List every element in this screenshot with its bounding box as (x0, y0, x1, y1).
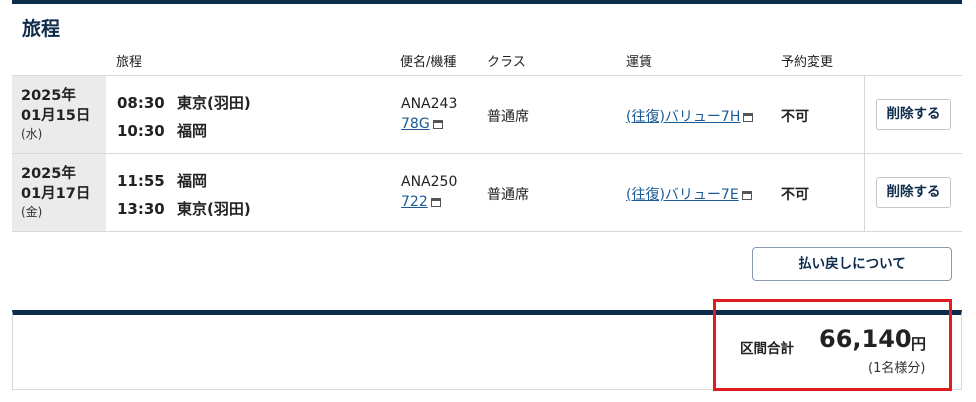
new-window-icon (743, 113, 754, 122)
change-status: 不可 (781, 109, 809, 125)
change-status: 不可 (781, 187, 809, 203)
delete-button[interactable]: 削除する (876, 99, 951, 130)
departure-airport: 東京(羽田) (177, 94, 251, 112)
refund-info-button[interactable]: 払い戻しについて (752, 247, 952, 281)
itinerary-page: 旅程 旅程 便名/機種 クラス 運賃 予約変更 2025年 01月15日 (水)… (0, 0, 976, 402)
departure-time: 11:55 (117, 172, 165, 190)
fare-label: (往復)バリュー7H (626, 109, 741, 125)
column-header-itinerary: 旅程 (116, 55, 143, 70)
arrival-line: 13:30 東京(羽田) (117, 198, 251, 219)
date-month-day: 01月15日 (21, 108, 91, 124)
new-window-icon (430, 198, 441, 207)
date-weekday: (金) (21, 205, 43, 219)
date-year: 2025年 (21, 166, 76, 182)
date-weekday: (水) (21, 127, 43, 141)
equipment-link[interactable]: 722 (401, 194, 441, 210)
cabin-class: 普通席 (487, 109, 529, 125)
arrival-time: 10:30 (117, 122, 165, 140)
flight-row: 2025年 01月17日 (金) 11:55 福岡 13:30 東京(羽田) ANA… (12, 154, 962, 232)
itinerary-table: 2025年 01月15日 (水) 08:30 東京(羽田) 10:30 福岡 ANA… (12, 75, 962, 232)
date-month-day: 01月17日 (21, 186, 91, 202)
arrival-line: 10:30 福岡 (117, 120, 207, 141)
column-divider (864, 76, 865, 153)
fare-link[interactable]: (往復)バリュー7E (626, 184, 752, 204)
flight-row: 2025年 01月15日 (水) 08:30 東京(羽田) 10:30 福岡 ANA… (12, 76, 962, 154)
equipment-label: 78G (401, 116, 430, 132)
departure-line: 11:55 福岡 (117, 170, 207, 191)
date-cell: 2025年 01月17日 (金) (12, 154, 106, 231)
fare-link[interactable]: (往復)バリュー7H (626, 106, 754, 126)
departure-time: 08:30 (117, 94, 165, 112)
cabin-class: 普通席 (487, 187, 529, 203)
new-window-icon (432, 120, 443, 129)
flight-number: ANA243 (401, 96, 458, 112)
top-divider (12, 0, 962, 4)
fare-label: (往復)バリュー7E (626, 187, 739, 203)
column-header-flight: 便名/機種 (400, 55, 457, 70)
date-year: 2025年 (21, 88, 76, 104)
new-window-icon (741, 191, 752, 200)
date-cell: 2025年 01月15日 (水) (12, 76, 106, 153)
departure-airport: 福岡 (177, 172, 208, 190)
column-divider (864, 154, 865, 231)
delete-button[interactable]: 削除する (876, 177, 951, 208)
flight-number: ANA250 (401, 174, 458, 190)
column-header-change: 予約変更 (781, 55, 834, 70)
section-title: 旅程 (22, 18, 61, 40)
equipment-label: 722 (401, 194, 428, 210)
arrival-airport: 福岡 (177, 122, 208, 140)
arrival-airport: 東京(羽田) (177, 200, 251, 218)
column-header-fare: 運賃 (626, 55, 653, 70)
equipment-link[interactable]: 78G (401, 116, 443, 132)
departure-line: 08:30 東京(羽田) (117, 92, 251, 113)
highlight-box (713, 299, 952, 391)
column-header-cabin: クラス (487, 55, 526, 70)
arrival-time: 13:30 (117, 200, 165, 218)
